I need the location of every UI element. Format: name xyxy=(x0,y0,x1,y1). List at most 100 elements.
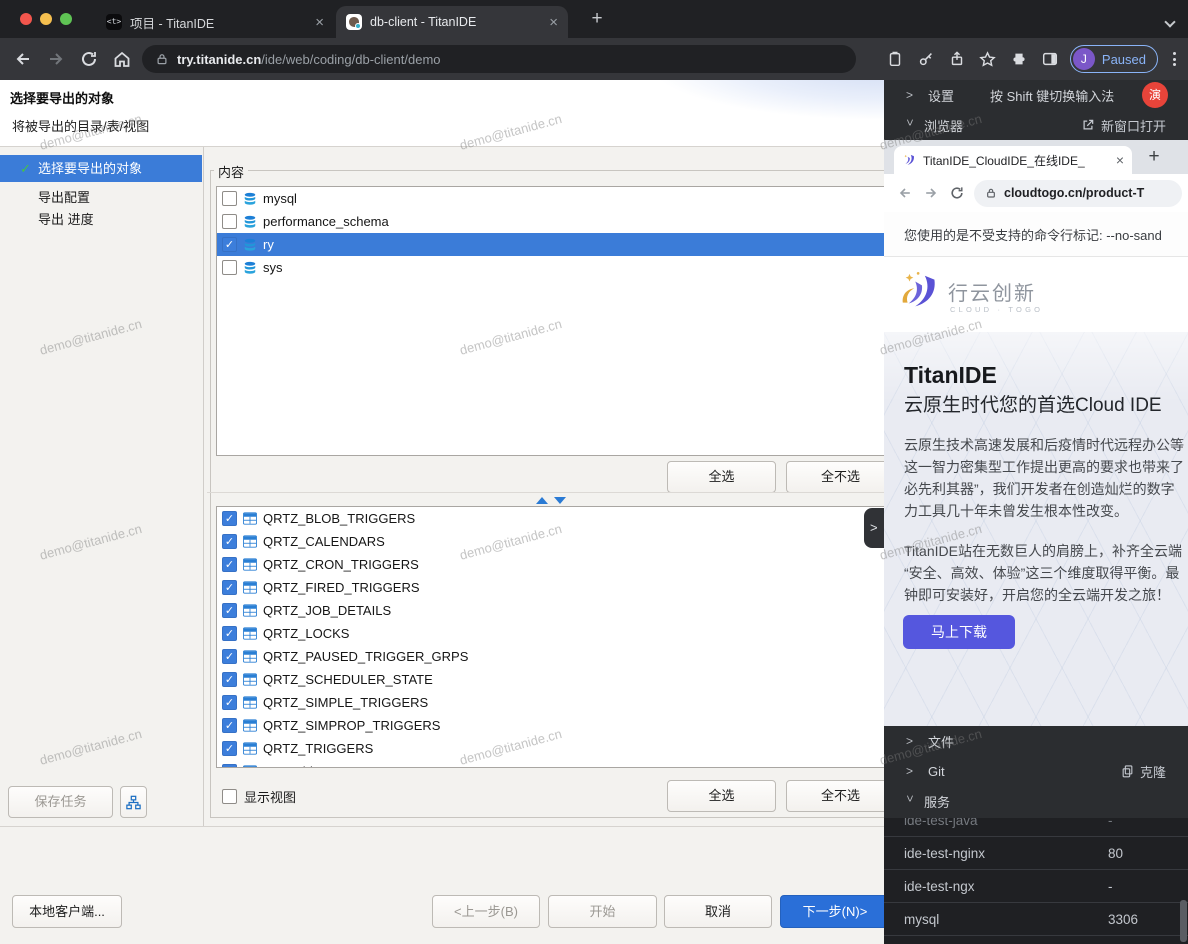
task-hierarchy-button[interactable] xyxy=(120,786,147,818)
table-row[interactable]: QRTZ_JOB_DETAILS xyxy=(217,599,884,622)
checkbox[interactable] xyxy=(222,237,237,252)
reload-icon[interactable] xyxy=(944,180,970,206)
checkbox[interactable] xyxy=(222,672,237,687)
home-icon[interactable] xyxy=(107,44,137,74)
table-name: QRTZ_SCHEDULER_STATE xyxy=(263,672,433,687)
wizard-steps: ✓ 选择要导出的对象 导出配置 导出 进度 xyxy=(0,155,202,231)
checkbox[interactable] xyxy=(222,534,237,549)
table-row[interactable]: QRTZ_LOCKS xyxy=(217,622,884,645)
cancel-button[interactable]: 取消 xyxy=(664,895,772,928)
tab-search-chevron-icon[interactable] xyxy=(1166,13,1174,31)
checkbox[interactable] xyxy=(222,580,237,595)
git-row[interactable]: > Git 克隆 xyxy=(884,756,1188,786)
service-row[interactable]: ide-test-ngx - xyxy=(884,870,1188,903)
back-icon[interactable] xyxy=(8,44,38,74)
database-row[interactable]: ry xyxy=(217,233,884,256)
close-icon[interactable]: × xyxy=(315,14,324,31)
database-row[interactable]: mysql xyxy=(217,187,884,210)
close-icon[interactable]: × xyxy=(1116,152,1124,168)
fullscreen-window-button[interactable] xyxy=(60,13,72,25)
files-row[interactable]: > 文件 xyxy=(884,726,1188,756)
bookmark-star-icon[interactable] xyxy=(977,48,999,70)
save-task-button[interactable]: 保存任务 xyxy=(8,786,113,818)
new-tab-button[interactable]: + xyxy=(586,8,608,30)
chevron-right-icon: > xyxy=(906,734,920,748)
download-button[interactable]: 马上下载 xyxy=(903,615,1015,649)
service-row[interactable]: ide-test-java - xyxy=(884,818,1188,837)
select-all-tables-button[interactable]: 全选 xyxy=(667,780,776,812)
scrollbar-thumb[interactable] xyxy=(1180,900,1187,942)
panel-expand-handle[interactable]: > xyxy=(864,508,884,548)
table-row[interactable]: QRTZ_SIMPROP_TRIGGERS xyxy=(217,714,884,737)
select-none-tables-button[interactable]: 全不选 xyxy=(786,780,884,812)
new-tab-button[interactable]: + xyxy=(1142,145,1166,169)
checkbox[interactable] xyxy=(222,695,237,710)
table-row[interactable]: QRTZ_CALENDARS xyxy=(217,530,884,553)
menu-dots-icon[interactable] xyxy=(1167,52,1182,66)
table-row[interactable]: QRTZ_TRIGGERS xyxy=(217,737,884,760)
service-row[interactable]: mysql 3306 xyxy=(884,903,1188,936)
open-new-window-button[interactable]: 新窗口打开 xyxy=(1081,116,1166,135)
embedded-tab-bar: TitanIDE_CloudIDE_在线IDE_ × + xyxy=(884,140,1188,174)
share-icon[interactable] xyxy=(946,48,968,70)
checkbox[interactable] xyxy=(222,214,237,229)
extensions-puzzle-icon[interactable] xyxy=(1008,48,1030,70)
local-client-button[interactable]: 本地客户端... xyxy=(12,895,122,928)
clipboard-icon[interactable] xyxy=(884,48,906,70)
checkbox[interactable] xyxy=(222,260,237,275)
profile-paused-button[interactable]: J Paused xyxy=(1070,45,1158,73)
checkbox[interactable] xyxy=(222,764,237,768)
previous-button[interactable]: <上一步(B) xyxy=(432,895,540,928)
side-panel-icon[interactable] xyxy=(1039,48,1061,70)
wizard-step[interactable]: 导出 进度 xyxy=(0,209,202,231)
tab-db-client[interactable]: db-client - TitanIDE × xyxy=(336,6,568,38)
settings-row[interactable]: > 设置 按 Shift 键切换输入法 演 xyxy=(884,80,1188,110)
embedded-address-bar[interactable]: cloudtogo.cn/product-T xyxy=(974,180,1182,207)
table-row[interactable]: gen_table xyxy=(217,760,884,768)
table-row[interactable]: QRTZ_CRON_TRIGGERS xyxy=(217,553,884,576)
checkbox[interactable] xyxy=(222,718,237,733)
ime-badge[interactable]: 演 xyxy=(1142,82,1168,108)
select-all-databases-button[interactable]: 全选 xyxy=(667,461,776,493)
wizard-step[interactable]: 导出配置 xyxy=(0,187,202,209)
checkbox[interactable] xyxy=(222,603,237,618)
table-row[interactable]: QRTZ_FIRED_TRIGGERS xyxy=(217,576,884,599)
checkbox[interactable] xyxy=(222,557,237,572)
services-row[interactable]: > 服务 xyxy=(884,786,1188,816)
splitter[interactable] xyxy=(207,492,884,493)
table-row[interactable]: QRTZ_SIMPLE_TRIGGERS xyxy=(217,691,884,714)
database-row[interactable]: performance_schema xyxy=(217,210,884,233)
close-icon[interactable]: × xyxy=(549,14,558,31)
close-window-button[interactable] xyxy=(20,13,32,25)
checkbox[interactable] xyxy=(222,191,237,206)
splitter-down-icon[interactable] xyxy=(554,497,566,504)
git-clone-button[interactable]: 克隆 xyxy=(1121,762,1166,781)
select-none-databases-button[interactable]: 全不选 xyxy=(786,461,884,493)
database-row[interactable]: sys xyxy=(217,256,884,279)
checkbox[interactable] xyxy=(222,649,237,664)
table-row[interactable]: QRTZ_PAUSED_TRIGGER_GRPS xyxy=(217,645,884,668)
back-icon[interactable] xyxy=(892,180,918,206)
splitter-up-icon[interactable] xyxy=(536,497,548,504)
forward-icon[interactable] xyxy=(918,180,944,206)
table-row[interactable]: QRTZ_SCHEDULER_STATE xyxy=(217,668,884,691)
show-views-checkbox[interactable] xyxy=(222,789,237,804)
embedded-tab[interactable]: TitanIDE_CloudIDE_在线IDE_ × xyxy=(894,146,1132,174)
tab-project[interactable]: <t> 项目 - TitanIDE × xyxy=(96,6,334,38)
chevron-right-icon: > xyxy=(906,764,920,778)
address-bar[interactable]: try.titanide.cn/ide/web/coding/db-client… xyxy=(142,45,856,73)
database-name: mysql xyxy=(263,191,297,206)
service-row[interactable]: ide-test-nginx 80 xyxy=(884,837,1188,870)
reload-icon[interactable] xyxy=(74,44,104,74)
checkbox[interactable] xyxy=(222,626,237,641)
browser-section-row[interactable]: > 浏览器 新窗口打开 xyxy=(884,110,1188,140)
table-row[interactable]: QRTZ_BLOB_TRIGGERS xyxy=(217,507,884,530)
checkbox[interactable] xyxy=(222,511,237,526)
start-button[interactable]: 开始 xyxy=(548,895,657,928)
next-button[interactable]: 下一步(N)> xyxy=(780,895,884,928)
password-key-icon[interactable] xyxy=(915,48,937,70)
minimize-window-button[interactable] xyxy=(40,13,52,25)
wizard-step[interactable]: ✓ 选择要导出的对象 xyxy=(0,155,202,182)
forward-icon[interactable] xyxy=(41,44,71,74)
checkbox[interactable] xyxy=(222,741,237,756)
